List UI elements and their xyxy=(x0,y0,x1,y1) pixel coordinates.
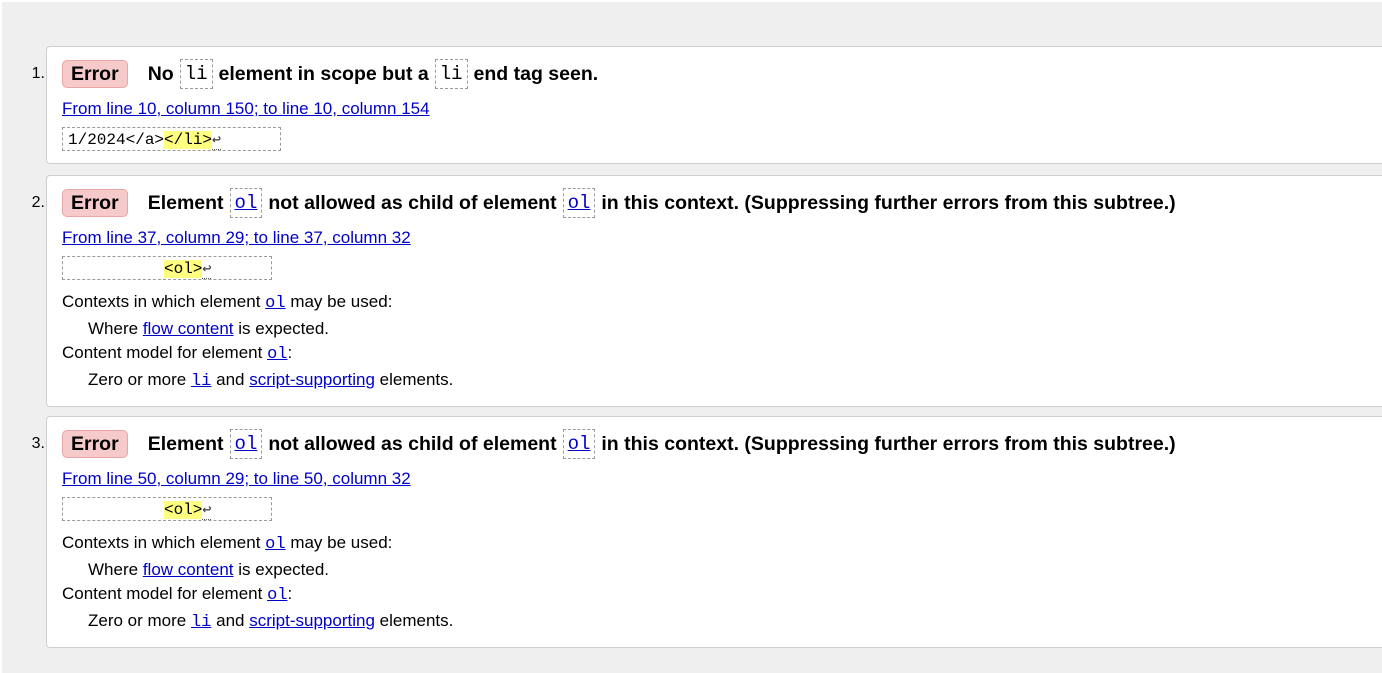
message-text: Element xyxy=(147,433,224,455)
element-link-ol[interactable]: ol xyxy=(568,192,591,214)
element-code: ol xyxy=(562,429,596,459)
message-text: in this context. (Suppressing further er… xyxy=(601,433,1176,455)
label-text: may be used: xyxy=(290,292,393,311)
message-number: 3. xyxy=(31,435,45,452)
element-link-ol[interactable]: ol xyxy=(265,535,285,554)
contexts-label: Contexts in which element ol may be used… xyxy=(62,292,392,313)
message-error-3: 3. Error Element ol not allowed as child… xyxy=(32,416,1382,648)
message-text: Element xyxy=(147,192,224,214)
label-text: is expected. xyxy=(238,319,330,338)
element-link-ol[interactable]: ol xyxy=(568,433,591,455)
label-text: elements. xyxy=(379,611,454,630)
label-text: Content model for element xyxy=(62,343,263,362)
flow-content-link[interactable]: flow content xyxy=(143,560,234,579)
line-feed-icon: ↩ xyxy=(202,502,212,520)
extract-highlight: <ol> xyxy=(164,501,203,519)
label-text: and xyxy=(216,370,245,389)
message-heading: Error Element ol not allowed as child of… xyxy=(62,429,1176,459)
message-text: end tag seen. xyxy=(473,63,599,85)
script-supporting-link[interactable]: script-supporting xyxy=(249,370,375,389)
label-text: Where xyxy=(88,560,139,579)
message-number: 1. xyxy=(31,65,45,82)
location-link[interactable]: From line 37, column 29; to line 37, col… xyxy=(62,228,411,248)
element-code: ol xyxy=(562,188,596,218)
contexts-where: Where flow content is expected. xyxy=(88,560,329,580)
error-badge: Error xyxy=(62,430,128,458)
element-link-ol[interactable]: ol xyxy=(265,294,285,313)
element-link-li[interactable]: li xyxy=(191,372,211,391)
content-model-text: Zero or more li and script-supporting el… xyxy=(88,370,453,391)
label-text: Contexts in which element xyxy=(62,533,261,552)
label-text: Where xyxy=(88,319,139,338)
content-model-label: Content model for element ol: xyxy=(62,343,292,364)
message-error-2: 2. Error Element ol not allowed as child… xyxy=(32,175,1382,407)
element-link-li[interactable]: li xyxy=(191,613,211,632)
extract-highlight: <ol> xyxy=(164,260,203,278)
element-code: li xyxy=(179,59,213,89)
label-text: and xyxy=(216,611,245,630)
message-heading: Error No li element in scope but a li en… xyxy=(62,59,598,89)
message-number: 2. xyxy=(31,194,45,211)
label-text: Content model for element xyxy=(62,584,263,603)
message-heading: Error Element ol not allowed as child of… xyxy=(62,188,1176,218)
extract-highlight: </li> xyxy=(164,131,213,149)
label-text: is expected. xyxy=(238,560,330,579)
label-text: Zero or more xyxy=(88,370,187,389)
error-badge: Error xyxy=(62,189,128,217)
code-extract: 1/2024</a></li>↩ xyxy=(62,127,281,151)
label-text: Zero or more xyxy=(88,611,187,630)
error-badge: Error xyxy=(62,60,128,88)
message-text: in this context. (Suppressing further er… xyxy=(601,192,1176,214)
label-text: : xyxy=(287,584,293,603)
contexts-where: Where flow content is expected. xyxy=(88,319,329,339)
label-text: elements. xyxy=(379,370,454,389)
element-link-ol[interactable]: ol xyxy=(235,433,258,455)
message-text: element in scope but a xyxy=(218,63,429,85)
flow-content-link[interactable]: flow content xyxy=(143,319,234,338)
code-extract: <ol>↩ xyxy=(62,256,272,280)
location-link[interactable]: From line 50, column 29; to line 50, col… xyxy=(62,469,411,489)
element-code: ol xyxy=(229,188,263,218)
script-supporting-link[interactable]: script-supporting xyxy=(249,611,375,630)
label-text: Contexts in which element xyxy=(62,292,261,311)
line-feed-icon: ↩ xyxy=(202,261,212,279)
label-text: may be used: xyxy=(290,533,393,552)
element-link-ol[interactable]: ol xyxy=(267,345,287,364)
element-code: li xyxy=(434,59,468,89)
element-code: ol xyxy=(229,429,263,459)
message-text: not allowed as child of element xyxy=(268,433,557,455)
message-error-1: 1. Error No li element in scope but a li… xyxy=(32,46,1382,164)
line-feed-icon: ↩ xyxy=(212,132,222,150)
extract-text: 1/2024</a> xyxy=(68,131,165,149)
content-model-label: Content model for element ol: xyxy=(62,584,292,605)
code-extract: <ol>↩ xyxy=(62,497,272,521)
location-link[interactable]: From line 10, column 150; to line 10, co… xyxy=(62,99,430,119)
label-text: : xyxy=(287,343,293,362)
element-link-ol[interactable]: ol xyxy=(267,586,287,605)
element-link-ol[interactable]: ol xyxy=(235,192,258,214)
content-model-text: Zero or more li and script-supporting el… xyxy=(88,611,453,632)
message-text: No xyxy=(147,63,174,85)
message-text: not allowed as child of element xyxy=(268,192,557,214)
contexts-label: Contexts in which element ol may be used… xyxy=(62,533,392,554)
